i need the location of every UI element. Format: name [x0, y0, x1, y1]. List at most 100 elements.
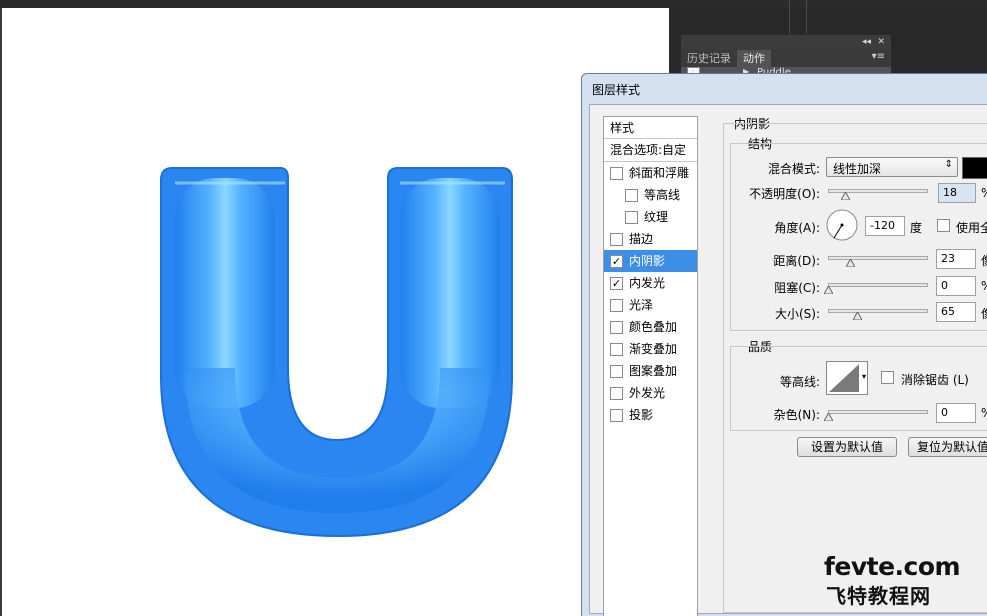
document-canvas[interactable] [0, 8, 669, 616]
linear-contour-icon [829, 364, 859, 392]
style-checkbox[interactable] [610, 343, 623, 356]
close-panel-icon[interactable]: ✕ [877, 35, 885, 49]
updown-arrow-icon: ⇕ [944, 159, 953, 170]
layer-style-dialog: 图层样式 样式 混合选项:自定 斜面和浮雕等高线纹理描边 ✓ 内阴影 ✓ 内发光光泽颜色… [581, 73, 987, 616]
angle-unit: 度 [910, 221, 923, 235]
choke-input[interactable]: 0 [936, 276, 976, 296]
dialog-title: 图层样式 [592, 83, 641, 97]
style-checkbox[interactable] [610, 233, 623, 246]
style-item-label: 外发光 [629, 386, 666, 400]
choke-slider-knob[interactable] [823, 283, 834, 295]
style-checkbox[interactable] [610, 409, 623, 422]
style-item[interactable]: 等高线 [604, 184, 697, 206]
tab-actions[interactable]: 动作 [737, 50, 771, 67]
blend-mode-label: 混合模式: [767, 162, 820, 176]
panel-divider [789, 0, 790, 34]
choke-label: 阻塞(C): [774, 281, 820, 295]
contour-picker[interactable]: ▾ [826, 361, 868, 395]
style-item-label: 内发光 [629, 276, 666, 290]
antialias-label: 消除锯齿 (L) [901, 373, 969, 387]
panel-tabs: 历史记录 动作 ▾≡ [681, 49, 891, 67]
style-item[interactable]: ✓ 内发光 [604, 272, 697, 294]
shadow-color-swatch[interactable] [962, 157, 987, 179]
style-item[interactable]: 图案叠加 [604, 360, 697, 382]
collapse-panel-icon[interactable]: ◂◂ [862, 35, 871, 49]
watermark-site-name: 飞特教程网 [826, 584, 931, 608]
style-checkbox[interactable] [610, 365, 623, 378]
distance-label: 距离(D): [773, 254, 820, 268]
style-item-label: 渐变叠加 [629, 342, 678, 356]
dialog-titlebar[interactable]: 图层样式 [582, 74, 987, 104]
style-checkbox[interactable] [610, 299, 623, 312]
letter-u-artwork [160, 167, 513, 538]
distance-slider[interactable] [828, 256, 928, 260]
panel-menu-icon[interactable]: ▾≡ [872, 51, 885, 62]
noise-input[interactable]: 0 [936, 403, 976, 423]
blending-options-item[interactable]: 混合选项:自定 [604, 139, 697, 162]
style-item-label: 光泽 [629, 298, 654, 312]
antialias-checkbox[interactable] [881, 371, 894, 384]
style-item[interactable]: 投影 [604, 404, 697, 426]
document-edge [0, 8, 2, 616]
size-unit: 像素 [981, 305, 987, 322]
reset-default-button[interactable]: 复位为默认值 [908, 437, 987, 457]
noise-slider-knob[interactable] [823, 410, 834, 422]
styles-header[interactable]: 样式 [604, 117, 697, 139]
choke-slider[interactable] [828, 283, 928, 287]
size-input[interactable]: 65 [936, 302, 976, 322]
style-checkbox[interactable] [610, 167, 623, 180]
opacity-unit: % [981, 186, 987, 200]
style-item-label: 内阴影 [629, 254, 666, 268]
noise-slider[interactable] [828, 410, 928, 414]
style-checkbox[interactable] [625, 189, 638, 202]
style-item[interactable]: 纹理 [604, 206, 697, 228]
workspace-top-strip [0, 0, 987, 8]
styles-list: 样式 混合选项:自定 斜面和浮雕等高线纹理描边 ✓ 内阴影 ✓ 内发光光泽颜色叠加渐变叠… [603, 116, 698, 616]
size-slider-knob[interactable] [852, 309, 863, 321]
swatch-fill [963, 158, 987, 178]
panel-divider [806, 0, 807, 34]
style-item-label: 斜面和浮雕 [629, 166, 690, 180]
blend-mode-value: 线性加深 [833, 162, 882, 176]
global-light-label: 使用全局 [956, 221, 987, 235]
style-checkbox[interactable] [610, 321, 623, 334]
style-item-label: 等高线 [644, 188, 681, 202]
global-light-checkbox[interactable] [937, 219, 950, 232]
size-slider[interactable] [828, 309, 928, 313]
style-item-label: 描边 [629, 232, 654, 246]
style-item-label: 投影 [629, 408, 654, 422]
style-item[interactable]: 颜色叠加 [604, 316, 697, 338]
watermark-domain: fevte.com [824, 552, 961, 581]
style-item-label: 纹理 [644, 210, 669, 224]
contour-label: 等高线: [779, 375, 820, 389]
style-item[interactable]: 渐变叠加 [604, 338, 697, 360]
tab-history[interactable]: 历史记录 [681, 50, 737, 67]
angle-dial[interactable] [826, 209, 858, 241]
dropdown-arrow-icon[interactable]: ▾ [862, 372, 866, 381]
angle-input[interactable]: -120 [865, 216, 905, 236]
style-checkbox[interactable] [625, 211, 638, 224]
set-default-button[interactable]: 设置为默认值 [797, 437, 897, 457]
style-item[interactable]: 外发光 [604, 382, 697, 404]
dialog-body: 样式 混合选项:自定 斜面和浮雕等高线纹理描边 ✓ 内阴影 ✓ 内发光光泽颜色叠加渐变叠… [589, 104, 987, 616]
style-item-label: 图案叠加 [629, 364, 678, 378]
distance-unit: 像素 [981, 252, 987, 269]
opacity-slider-knob[interactable] [840, 189, 851, 201]
style-item[interactable]: 光泽 [604, 294, 697, 316]
style-checkbox[interactable] [610, 387, 623, 400]
size-label: 大小(S): [774, 307, 820, 321]
style-item[interactable]: 斜面和浮雕 [604, 162, 697, 184]
distance-slider-knob[interactable] [845, 256, 856, 268]
blend-mode-select[interactable]: 线性加深 ⇕ [826, 157, 958, 177]
style-checkbox[interactable]: ✓ [610, 255, 623, 268]
style-item[interactable]: ✓ 内阴影 [604, 250, 697, 272]
panel-header: ◂◂ ✕ [681, 35, 891, 49]
distance-input[interactable]: 23 [936, 249, 976, 269]
choke-unit: % [981, 279, 987, 293]
noise-unit: % [981, 406, 987, 420]
style-item[interactable]: 描边 [604, 228, 697, 250]
noise-label: 杂色(N): [773, 408, 820, 422]
style-checkbox[interactable]: ✓ [610, 277, 623, 290]
opacity-input[interactable]: 18 [938, 183, 976, 203]
opacity-label: 不透明度(O): [749, 187, 820, 201]
